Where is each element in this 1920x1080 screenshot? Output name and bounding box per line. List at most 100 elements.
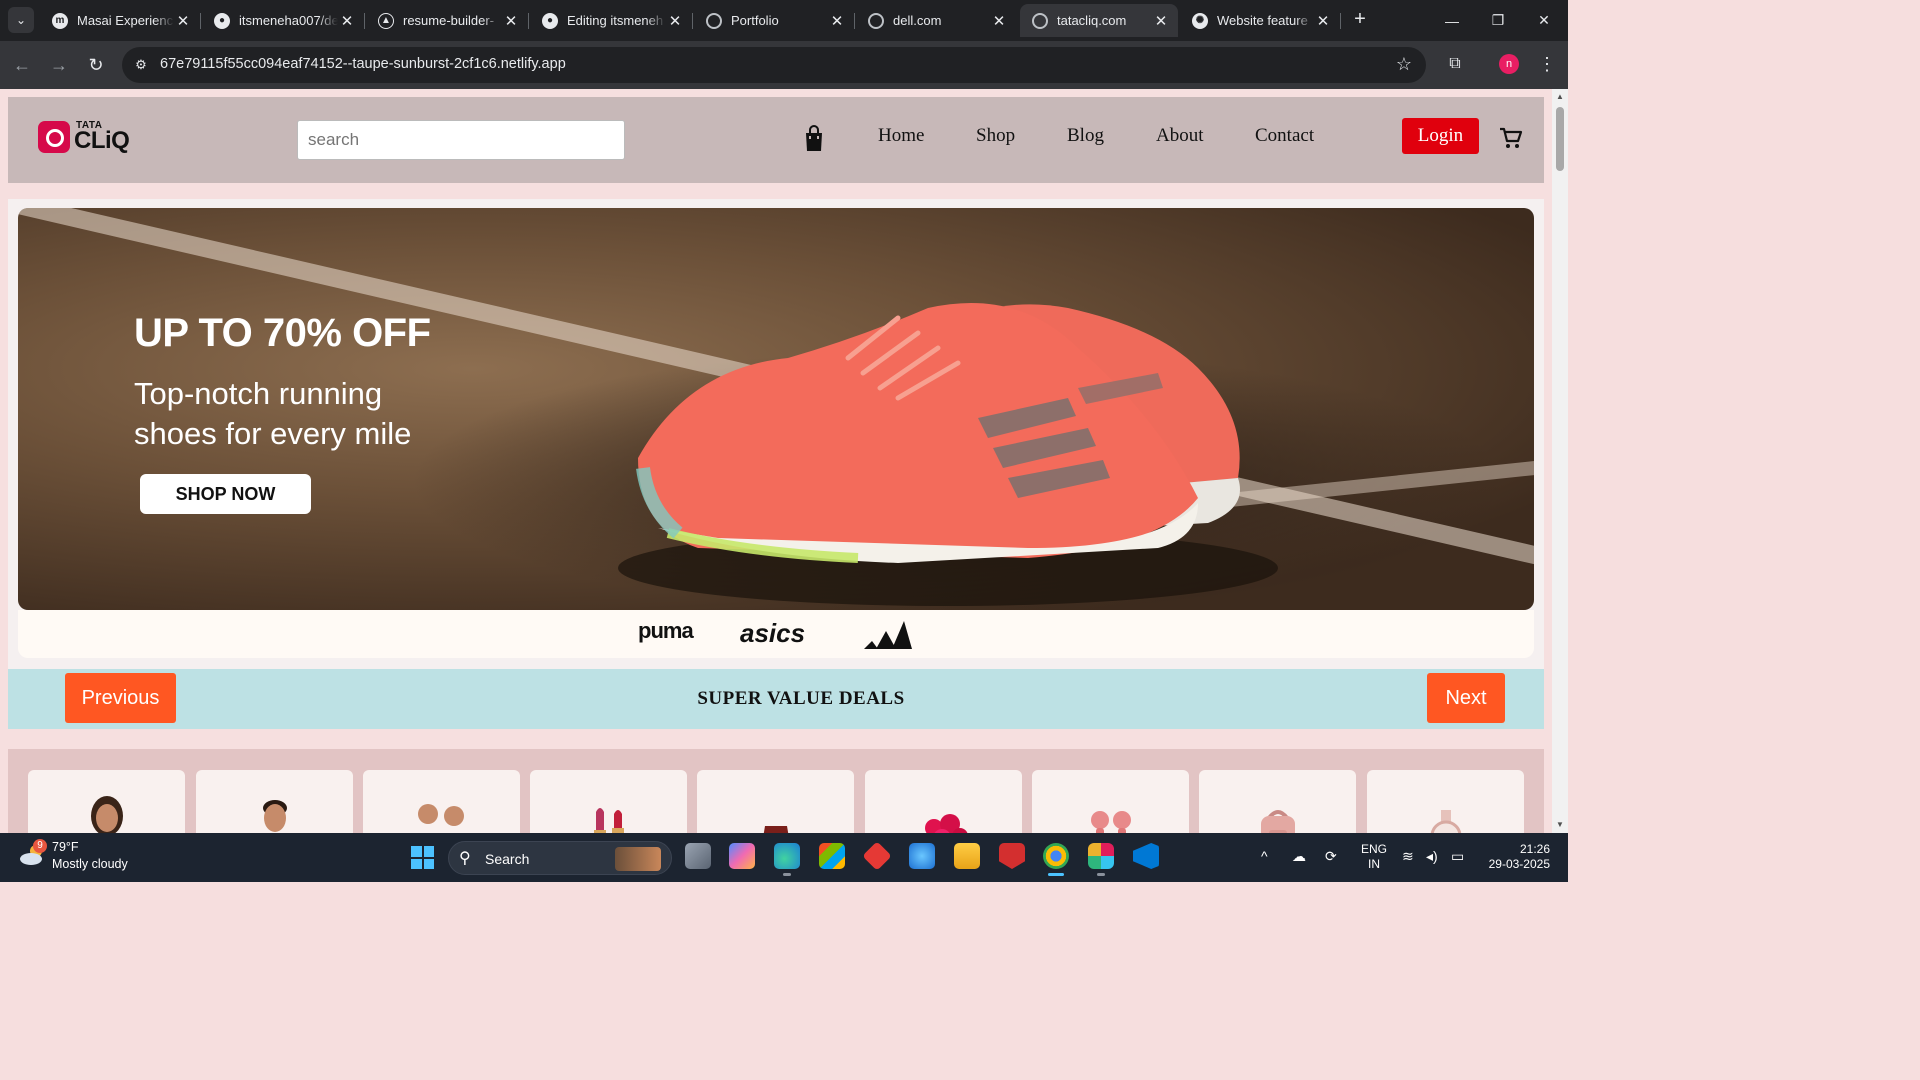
- product-card-lipstick[interactable]: [530, 770, 687, 833]
- system-clock[interactable]: 21:26 29-03-2025: [1480, 842, 1550, 872]
- tab-label: Website feature: [1217, 13, 1308, 28]
- tab-label: Masai Experience: [77, 13, 174, 28]
- new-tab-button[interactable]: +: [1348, 8, 1372, 32]
- cart-icon[interactable]: [1499, 126, 1523, 150]
- task-view-icon[interactable]: [685, 843, 711, 869]
- search-icon: ⚲: [459, 850, 471, 867]
- url-text[interactable]: 67e79115f55cc094eaf74152--taupe-sunburst…: [160, 56, 566, 72]
- tab-portfolio[interactable]: Portfolio ✕: [694, 4, 854, 37]
- anydesk-icon[interactable]: [862, 841, 892, 871]
- tab-tatacliq[interactable]: tatacliq.com ✕: [1020, 4, 1178, 37]
- shop-now-button[interactable]: SHOP NOW: [140, 474, 311, 514]
- banner-subline: Top-notch running shoes for every mile: [134, 376, 412, 451]
- shopping-bag-icon[interactable]: [803, 125, 825, 153]
- bookmark-star-icon[interactable]: ☆: [1396, 54, 1412, 75]
- login-button[interactable]: Login: [1402, 118, 1479, 154]
- site-search-input[interactable]: [297, 120, 625, 160]
- address-bar[interactable]: ⚙ 67e79115f55cc094eaf74152--taupe-sunbur…: [122, 47, 1426, 83]
- minimize-button[interactable]: —: [1429, 0, 1475, 41]
- weather-condition[interactable]: Mostly cloudy: [52, 857, 128, 871]
- product-card-hat[interactable]: [697, 770, 854, 833]
- edge-browser-icon[interactable]: [774, 843, 800, 876]
- tatacliq-logo[interactable]: TATA CLiQ: [38, 121, 130, 153]
- hat-image: [763, 826, 788, 833]
- tab-label: tatacliq.com: [1057, 13, 1127, 28]
- mcafee-icon[interactable]: [999, 843, 1025, 869]
- windows-taskbar: 9 79°F Mostly cloudy ⚲ Search ^ ☁ ⟳ ENG …: [0, 833, 1568, 882]
- vscode-icon[interactable]: [1133, 843, 1159, 869]
- product-card-watch[interactable]: [1367, 770, 1524, 833]
- battery-icon[interactable]: ▭: [1451, 848, 1464, 865]
- tab-search-button[interactable]: ⌄: [8, 7, 34, 33]
- close-icon[interactable]: ✕: [828, 12, 846, 30]
- restore-button[interactable]: ❐: [1475, 0, 1521, 41]
- microsoft-store-icon[interactable]: [819, 843, 845, 869]
- tab-website-feature[interactable]: ✺ Website feature ✕: [1180, 4, 1340, 37]
- tab-github-repo[interactable]: ● itsmeneha007/de ✕: [202, 4, 364, 37]
- close-window-button[interactable]: ✕: [1521, 0, 1567, 41]
- copilot-icon[interactable]: [729, 843, 755, 869]
- file-explorer-icon[interactable]: [954, 843, 980, 869]
- backpack-image: [1260, 810, 1295, 833]
- site-header: TATA CLiQ Home Shop Blog About Contact L…: [8, 97, 1544, 183]
- profile-avatar[interactable]: n: [1499, 54, 1519, 74]
- internet-explorer-icon[interactable]: [909, 843, 935, 869]
- tab-dell[interactable]: dell.com ✕: [856, 4, 1016, 37]
- language-indicator[interactable]: ENG IN: [1361, 842, 1387, 872]
- site-info-icon[interactable]: ⚙: [132, 56, 150, 74]
- close-icon[interactable]: ✕: [502, 12, 520, 30]
- scrollbar-thumb[interactable]: [1556, 107, 1564, 171]
- product-card-backpack[interactable]: [1199, 770, 1356, 833]
- chevron-up-icon[interactable]: ^: [1261, 848, 1268, 864]
- wifi-icon[interactable]: ≋: [1402, 848, 1414, 865]
- tab-editing[interactable]: ● Editing itsmeneh ✕: [530, 4, 692, 37]
- nav-blog[interactable]: Blog: [1067, 125, 1104, 147]
- tab-label: Editing itsmeneh: [567, 13, 664, 28]
- puma-logo: puma: [638, 618, 694, 643]
- close-icon[interactable]: ✕: [1152, 12, 1170, 30]
- back-button[interactable]: ←: [10, 53, 34, 77]
- clock-time: 21:26: [1519, 842, 1550, 856]
- volume-icon[interactable]: ◂): [1426, 848, 1438, 865]
- nav-contact[interactable]: Contact: [1255, 125, 1314, 147]
- page-scrollbar[interactable]: ▲ ▼: [1552, 89, 1568, 833]
- globe-icon: [1032, 12, 1048, 29]
- product-card-men[interactable]: [196, 770, 353, 833]
- product-card-women[interactable]: [28, 770, 185, 833]
- scroll-up-arrow-icon[interactable]: ▲: [1555, 92, 1565, 101]
- product-card-earbuds[interactable]: [1032, 770, 1189, 833]
- close-icon[interactable]: ✕: [666, 12, 684, 30]
- chrome-icon[interactable]: [1043, 843, 1069, 876]
- nav-about[interactable]: About: [1156, 125, 1204, 147]
- product-card-kids[interactable]: [363, 770, 520, 833]
- close-icon[interactable]: ✕: [990, 12, 1008, 30]
- close-icon[interactable]: ✕: [174, 12, 192, 30]
- nav-shop[interactable]: Shop: [976, 125, 1015, 147]
- tab-resume-builder[interactable]: ▲ resume-builder- ✕: [366, 4, 528, 37]
- product-card-flowers[interactable]: [865, 770, 1022, 833]
- lipstick-image: [593, 808, 624, 833]
- browser-menu-icon[interactable]: ⋮: [1538, 52, 1556, 76]
- masai-icon: m: [52, 12, 68, 29]
- weather-badge: 9: [33, 839, 47, 853]
- weather-temperature[interactable]: 79°F: [52, 840, 79, 854]
- taskbar-search-box[interactable]: ⚲ Search: [448, 841, 672, 875]
- close-icon[interactable]: ✕: [1314, 12, 1332, 30]
- browser-toolbar: ← → ↻ ⚙ 67e79115f55cc094eaf74152--taupe-…: [0, 41, 1568, 89]
- tab-masai[interactable]: m Masai Experience ✕: [40, 4, 200, 37]
- hero-banner[interactable]: UP TO 70% OFF Top-notch running shoes fo…: [18, 208, 1534, 610]
- nav-home[interactable]: Home: [878, 125, 924, 147]
- globe-icon: [868, 12, 884, 29]
- slack-icon[interactable]: [1088, 843, 1114, 876]
- next-button[interactable]: Next: [1427, 673, 1505, 723]
- close-icon[interactable]: ✕: [338, 12, 356, 30]
- windows-start-icon[interactable]: [411, 846, 434, 869]
- product-carousel: [8, 749, 1544, 833]
- sync-icon[interactable]: ⟳: [1325, 848, 1337, 865]
- forward-button[interactable]: →: [47, 53, 71, 77]
- running-shoes-image: [618, 303, 1278, 606]
- extensions-icon[interactable]: ⧉: [1444, 53, 1466, 75]
- reload-button[interactable]: ↻: [84, 53, 108, 77]
- scroll-down-arrow-icon[interactable]: ▼: [1555, 820, 1565, 829]
- onedrive-icon[interactable]: ☁: [1292, 848, 1306, 865]
